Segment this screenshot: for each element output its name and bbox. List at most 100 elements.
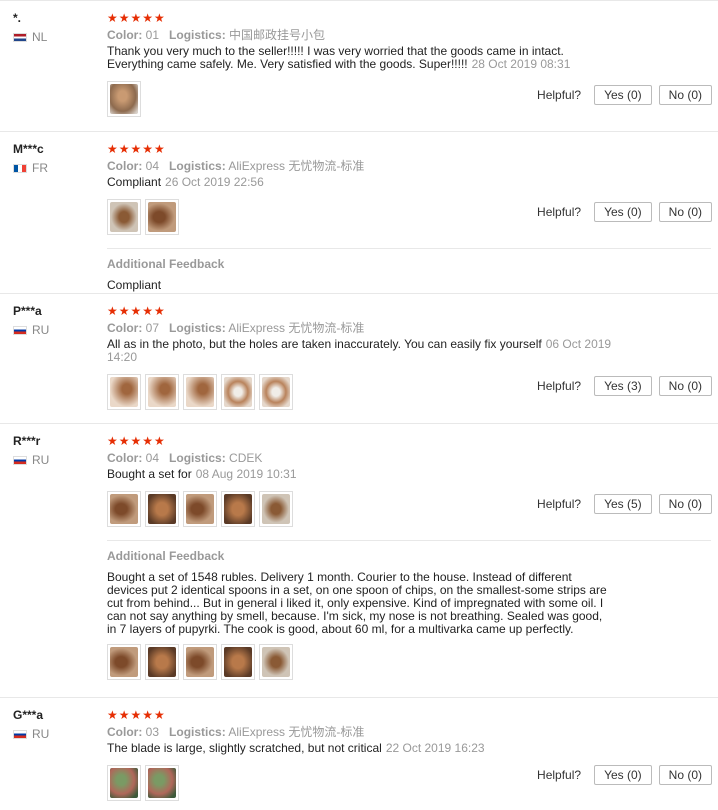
helpful-yes-button[interactable]: Yes (0) — [594, 85, 652, 105]
review-date: 28 Oct 2019 08:31 — [471, 57, 571, 71]
additional-feedback-text: Compliant — [107, 278, 162, 292]
review-meta: Color: 01 Logistics: 中国邮政挂号小包 — [107, 27, 607, 43]
review-date: 08 Aug 2019 10:31 — [195, 467, 297, 481]
flag-ru-icon — [13, 729, 27, 739]
color-value: 04 — [145, 451, 160, 465]
review-photo[interactable] — [259, 491, 293, 527]
review-list: *. NL ★★★★★ Color: 01 Logistics: 中国邮政挂号小包… — [0, 0, 718, 810]
review-photo[interactable] — [221, 644, 255, 680]
reviewer-country: FR — [13, 161, 103, 175]
helpful-label: Helpful? — [537, 497, 582, 511]
reviewer-info: P***a RU — [13, 304, 103, 337]
review-photo[interactable] — [183, 644, 217, 680]
review-photo[interactable] — [221, 374, 255, 410]
review-photo[interactable] — [145, 765, 179, 801]
additional-feedback-title: Additional Feedback — [107, 549, 225, 563]
helpful-label: Helpful? — [537, 88, 582, 102]
helpful-yes-button[interactable]: Yes (3) — [594, 376, 652, 396]
helpful-no-button[interactable]: No (0) — [658, 494, 712, 514]
color-label: Color: — [107, 321, 143, 335]
flag-nl-icon — [13, 32, 27, 42]
reviewer-name: R***r — [13, 434, 41, 448]
review-content: ★★★★★ Color: 04 Logistics: CDEK Bought a … — [107, 424, 711, 680]
reviewer-info: *. NL — [13, 11, 103, 44]
logistics-label: Logistics: — [169, 451, 226, 465]
logistics-label: Logistics: — [169, 321, 226, 335]
review-content: ★★★★★ Color: 04 Logistics: AliExpress 无忧物… — [107, 132, 711, 292]
logistics-value: 中国邮政挂号小包 — [229, 28, 326, 42]
photo-thumbnails — [107, 81, 607, 117]
review-body: Compliant — [107, 175, 162, 189]
logistics-label: Logistics: — [169, 725, 226, 739]
color-label: Color: — [107, 451, 143, 465]
review-photo[interactable] — [221, 491, 255, 527]
helpful-no-button[interactable]: No (0) — [658, 376, 712, 396]
reviewer-country: RU — [13, 453, 103, 467]
star-rating: ★★★★★ — [107, 304, 166, 318]
color-value: 04 — [145, 159, 160, 173]
review-photo[interactable] — [183, 374, 217, 410]
review-photo[interactable] — [145, 644, 179, 680]
review-photo[interactable] — [107, 81, 141, 117]
photo-thumbnails — [107, 491, 607, 527]
color-label: Color: — [107, 725, 143, 739]
color-label: Color: — [107, 28, 143, 42]
color-label: Color: — [107, 159, 143, 173]
helpful-yes-button[interactable]: Yes (5) — [594, 494, 652, 514]
review-photo[interactable] — [107, 374, 141, 410]
review-text: Bought a set for 08 Aug 2019 10:31 — [107, 468, 607, 481]
photo-thumbnails — [107, 374, 607, 410]
helpful-vote: Helpful? Yes (3) No (0) — [537, 376, 712, 396]
helpful-yes-button[interactable]: Yes (0) — [594, 765, 652, 785]
country-code: RU — [32, 727, 50, 741]
helpful-label: Helpful? — [537, 768, 582, 782]
review-photo[interactable] — [107, 199, 141, 235]
helpful-no-button[interactable]: No (0) — [658, 202, 712, 222]
review-body: The blade is large, slightly scratched, … — [107, 741, 382, 755]
country-code: RU — [32, 323, 50, 337]
review-photo[interactable] — [107, 644, 141, 680]
review-meta: Color: 04 Logistics: AliExpress 无忧物流-标准 — [107, 158, 607, 174]
review-photo[interactable] — [183, 491, 217, 527]
review-item: R***r RU ★★★★★ Color: 04 Logistics: CDEK … — [0, 423, 718, 697]
review-photo[interactable] — [145, 491, 179, 527]
review-text: Compliant 26 Oct 2019 22:56 — [107, 176, 607, 189]
logistics-value: AliExpress 无忧物流-标准 — [228, 725, 365, 739]
review-photo[interactable] — [145, 199, 179, 235]
star-rating: ★★★★★ — [107, 11, 166, 25]
logistics-value: AliExpress 无忧物流-标准 — [228, 321, 365, 335]
flag-ru-icon — [13, 325, 27, 335]
review-text: Thank you very much to the seller!!!!! I… — [107, 45, 607, 71]
review-photo[interactable] — [259, 644, 293, 680]
review-text: The blade is large, slightly scratched, … — [107, 742, 607, 755]
photo-thumbnails — [107, 199, 607, 235]
star-rating: ★★★★★ — [107, 434, 166, 448]
review-content: ★★★★★ Color: 07 Logistics: AliExpress 无忧物… — [107, 294, 611, 410]
color-value: 07 — [145, 321, 160, 335]
reviewer-name: M***c — [13, 142, 44, 156]
reviewer-info: R***r RU — [13, 434, 103, 467]
review-photo[interactable] — [107, 765, 141, 801]
review-photo[interactable] — [145, 374, 179, 410]
review-item: P***a RU ★★★★★ Color: 07 Logistics: AliEx… — [0, 293, 718, 423]
helpful-vote: Helpful? Yes (5) No (0) — [537, 494, 712, 514]
helpful-no-button[interactable]: No (0) — [658, 85, 712, 105]
logistics-value: AliExpress 无忧物流-标准 — [228, 159, 365, 173]
review-photo[interactable] — [107, 491, 141, 527]
review-photo[interactable] — [259, 374, 293, 410]
reviewer-name: P***a — [13, 304, 42, 318]
reviewer-country: RU — [13, 727, 103, 741]
additional-feedback: Additional Feedback Bought a set of 1548… — [107, 540, 711, 680]
photo-thumbnails — [107, 644, 711, 680]
review-date: 26 Oct 2019 22:56 — [165, 175, 264, 189]
helpful-vote: Helpful? Yes (0) No (0) — [537, 85, 712, 105]
review-item: G***a RU ★★★★★ Color: 03 Logistics: AliEx… — [0, 697, 718, 810]
reviewer-info: G***a RU — [13, 708, 103, 741]
flag-fr-icon — [13, 163, 27, 173]
reviewer-info: M***c FR — [13, 142, 103, 175]
country-code: RU — [32, 453, 50, 467]
review-content: ★★★★★ Color: 03 Logistics: AliExpress 无忧物… — [107, 698, 607, 801]
logistics-label: Logistics: — [169, 28, 226, 42]
helpful-no-button[interactable]: No (0) — [658, 765, 712, 785]
helpful-yes-button[interactable]: Yes (0) — [594, 202, 652, 222]
